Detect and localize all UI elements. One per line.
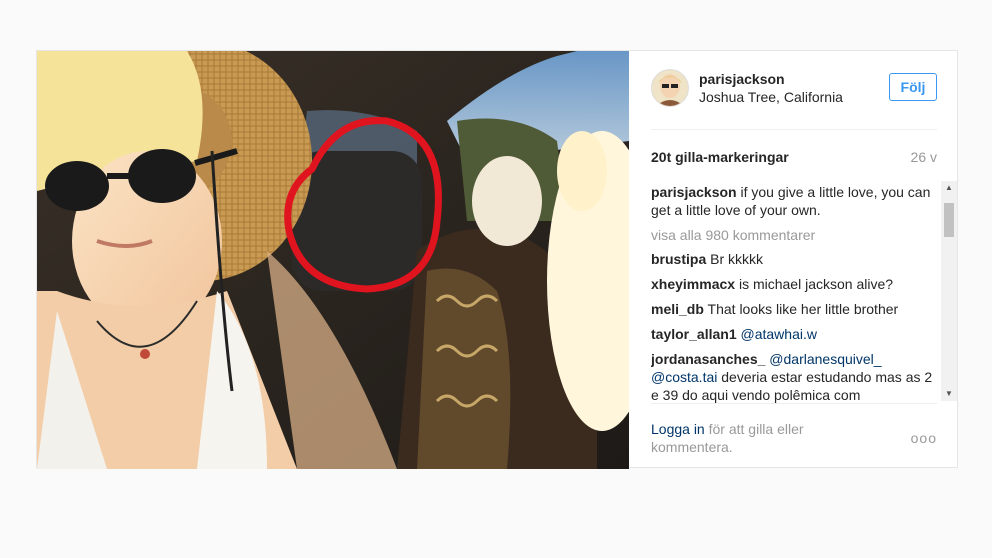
- comment-mention[interactable]: @atawhai.w: [741, 326, 817, 342]
- comment-username[interactable]: jordanasanches_: [651, 351, 765, 367]
- comment-item: taylor_allan1 @atawhai.w: [651, 325, 939, 343]
- caption-username[interactable]: parisjackson: [651, 184, 737, 200]
- scroll-thumb[interactable]: [944, 203, 954, 237]
- comment-username[interactable]: xheyimmacx: [651, 276, 735, 292]
- comment-username[interactable]: taylor_allan1: [651, 326, 737, 342]
- username-link[interactable]: parisjackson: [699, 71, 785, 87]
- caption: parisjackson if you give a little love, …: [651, 183, 939, 219]
- more-options-icon[interactable]: ooo: [911, 430, 937, 446]
- comment-item: brustipa Br kkkkk: [651, 250, 939, 268]
- comments-scrollbar[interactable]: ▲ ▼: [941, 181, 957, 401]
- post-time[interactable]: 26 v: [911, 149, 937, 165]
- view-all-comments-link[interactable]: visa alla 980 kommentarer: [651, 226, 939, 244]
- comment-text: That looks like her little brother: [703, 301, 899, 317]
- comment-item: meli_db That looks like her little broth…: [651, 300, 939, 318]
- post-photo[interactable]: [37, 51, 629, 469]
- comment-list[interactable]: parisjackson if you give a little love, …: [651, 183, 939, 403]
- post-sidebar: parisjackson Joshua Tree, California Föl…: [629, 51, 959, 469]
- follow-button[interactable]: Följ: [889, 73, 937, 101]
- photo-image: [37, 51, 629, 469]
- post-header: parisjackson Joshua Tree, California Föl…: [651, 69, 937, 130]
- likes-count[interactable]: 20t gilla-markeringar: [651, 149, 789, 165]
- login-prompt: Logga in för att gilla eller kommentera.: [651, 420, 851, 456]
- comment-item: jordanasanches_ @darlanesquivel_ @costa.…: [651, 350, 939, 403]
- instagram-post: parisjackson Joshua Tree, California Föl…: [36, 50, 959, 469]
- scroll-down-arrow-icon[interactable]: ▼: [941, 387, 957, 401]
- scroll-up-arrow-icon[interactable]: ▲: [941, 181, 957, 195]
- login-link[interactable]: Logga in: [651, 421, 705, 437]
- comment-text: Br kkkkk: [706, 251, 764, 267]
- comment-username[interactable]: meli_db: [651, 301, 704, 317]
- post-footer: Logga in för att gilla eller kommentera.…: [651, 403, 937, 470]
- avatar[interactable]: [651, 69, 689, 107]
- location-link[interactable]: Joshua Tree, California: [699, 89, 843, 105]
- comment-item: xheyimmacx is michael jackson alive?: [651, 275, 939, 293]
- comment-text: is michael jackson alive?: [735, 276, 894, 292]
- comment-username[interactable]: brustipa: [651, 251, 706, 267]
